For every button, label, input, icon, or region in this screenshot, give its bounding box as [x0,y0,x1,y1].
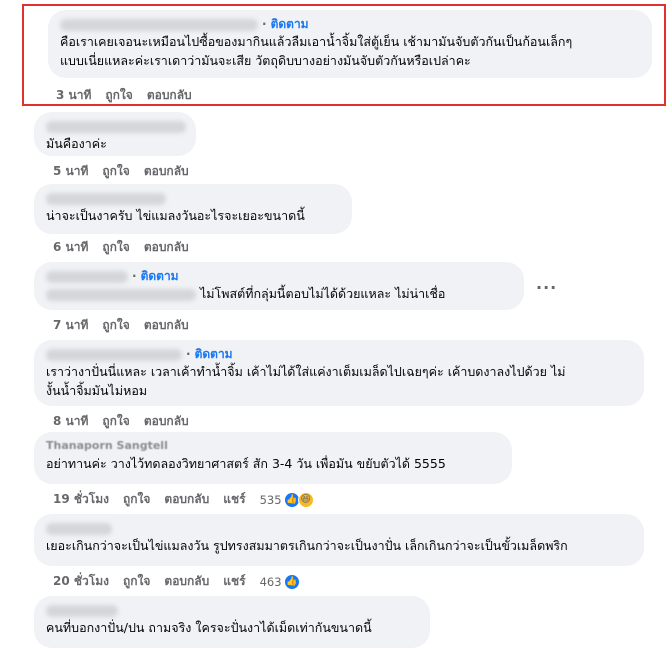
comment-author[interactable]: · ติดตาม [46,268,512,284]
blurred-author-name [46,192,166,205]
reply-button[interactable]: ตอบกลับ [147,86,192,105]
blurred-author-name [60,18,258,31]
comment-actions: 19 ชั่วโมง ถูกใจ ตอบกลับ แชร์ 535 👍 😆 [53,490,314,509]
comment-author[interactable]: · ติดตาม [46,346,632,362]
comment-text: น่าจะเป็นงาครับ ไข่แมลงวันอะไรจะเยอะขนาด… [46,208,305,223]
comment-author[interactable] [46,190,340,206]
more-options-icon[interactable]: ··· [536,278,557,297]
blurred-text [46,288,196,301]
comment-text: อย่าทานค่ะ วางไว้ทดลองวิทยาศาสตร์ สัก 3-… [46,456,446,471]
like-button[interactable]: ถูกใจ [102,316,129,335]
like-button[interactable]: ถูกใจ [102,238,129,257]
reaction-count: 535 [259,492,282,507]
comment-text: ไม่โพสต์ที่กลุ่มนี้ตอบไม่ได้ด้วยแหละ ไม่… [46,284,512,303]
reaction-summary[interactable]: 535 👍 😆 [259,491,314,508]
comment-text: คือเราเคยเจอนะเหมือนไปซื้อของมากินแล้วลื… [60,34,573,68]
comment-actions: 20 ชั่วโมง ถูกใจ ตอบกลับ แชร์ 463 👍 [53,572,300,591]
comment-text: มันคืองาค่ะ [46,136,107,151]
blurred-author-name [46,120,186,133]
comment-author[interactable] [46,520,632,536]
comment-bubble: Thanaporn Sangtell อย่าทานค่ะ วางไว้ทดลอ… [34,432,512,484]
reply-button[interactable]: ตอบกลับ [164,572,209,591]
follow-button[interactable]: ติดตาม [271,17,309,31]
comment-time[interactable]: 3 นาที [56,86,91,105]
reaction-count: 463 [259,574,282,589]
comment-bubble: · ติดตาม คือเราเคยเจอนะเหมือนไปซื้อของมาก… [48,10,652,78]
blurred-author-name [46,348,182,361]
comment-author[interactable] [46,118,186,134]
comment-time[interactable]: 7 นาที [53,316,88,335]
comment-author[interactable]: Thanaporn Sangtell [46,438,500,454]
haha-reaction-icon: 😆 [297,491,314,508]
like-button[interactable]: ถูกใจ [123,490,150,509]
comment-bubble: มันคืองาค่ะ [34,112,196,156]
comment-actions: 7 นาที ถูกใจ ตอบกลับ [53,316,189,335]
comment-actions: 8 นาที ถูกใจ ตอบกลับ [53,412,189,431]
like-button[interactable]: ถูกใจ [105,86,132,105]
comment-text: คนที่บอกงาปั่น/ปน ถามจริง ใครจะปั่นงาได้… [46,620,372,635]
like-button[interactable]: ถูกใจ [102,162,129,181]
comment-actions: 6 นาที ถูกใจ ตอบกลับ [53,238,189,257]
reply-button[interactable]: ตอบกลับ [144,162,189,181]
comment-actions: 5 นาที ถูกใจ ตอบกลับ [53,162,189,181]
comment-bubble: น่าจะเป็นงาครับ ไข่แมลงวันอะไรจะเยอะขนาด… [34,184,352,234]
comment-author[interactable]: · ติดตาม [60,16,640,32]
comment-text: เราว่างาปั่นนี่แหละ เวลาเค้าทำน้ำจิ้ม เค… [46,364,566,398]
share-button[interactable]: แชร์ [223,490,245,509]
comment-time[interactable]: 5 นาที [53,162,88,181]
comment-time[interactable]: 20 ชั่วโมง [53,572,109,591]
share-button[interactable]: แชร์ [223,572,245,591]
reply-button[interactable]: ตอบกลับ [144,316,189,335]
reaction-summary[interactable]: 463 👍 [259,573,300,590]
reply-button[interactable]: ตอบกลับ [144,412,189,431]
comment-time[interactable]: 8 นาที [53,412,88,431]
follow-button[interactable]: ติดตาม [195,347,233,361]
blurred-author-name [46,522,112,535]
like-button[interactable]: ถูกใจ [102,412,129,431]
blurred-author-name [46,270,128,283]
reply-button[interactable]: ตอบกลับ [164,490,209,509]
comment-author[interactable] [46,602,418,618]
like-reaction-icon: 👍 [283,573,300,590]
comment-time[interactable]: 19 ชั่วโมง [53,490,109,509]
reply-button[interactable]: ตอบกลับ [144,238,189,257]
comment-actions: 3 นาที ถูกใจ ตอบกลับ [56,86,192,105]
comment-bubble: · ติดตาม ไม่โพสต์ที่กลุ่มนี้ตอบไม่ได้ด้วย… [34,262,524,310]
blurred-author-name [46,604,118,617]
comment-time[interactable]: 6 นาที [53,238,88,257]
like-button[interactable]: ถูกใจ [123,572,150,591]
comment-bubble: เยอะเกินกว่าจะเป็นไข่แมลงวัน รูปทรงสมมาต… [34,514,644,566]
follow-button[interactable]: ติดตาม [141,269,179,283]
comment-text: เยอะเกินกว่าจะเป็นไข่แมลงวัน รูปทรงสมมาต… [46,538,568,553]
comment-bubble: คนที่บอกงาปั่น/ปน ถามจริง ใครจะปั่นงาได้… [34,596,430,648]
comment-bubble: · ติดตาม เราว่างาปั่นนี่แหละ เวลาเค้าทำน้… [34,340,644,406]
